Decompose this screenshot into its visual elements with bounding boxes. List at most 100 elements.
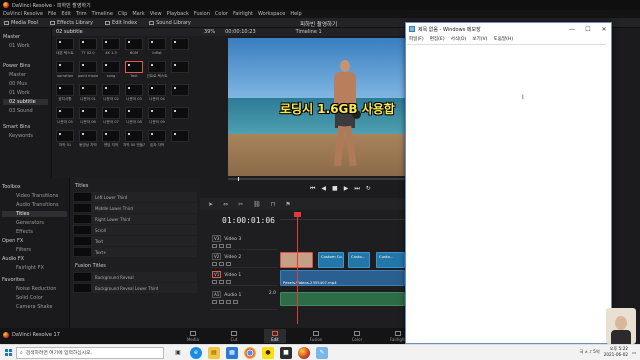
kakaotalk-icon[interactable]: ● [262,346,274,359]
effects-library-button[interactable]: Effects Library [49,20,93,26]
chrome-icon[interactable] [244,346,256,359]
menu-item[interactable]: Fairlight [233,11,253,17]
menu-item[interactable]: File [48,11,56,17]
play-reverse-icon[interactable]: ◀ [321,185,326,193]
media-pool-button[interactable]: Media Pool [4,20,38,26]
media-pool-clip[interactable]: 효과 자막 [147,130,167,151]
mute-icon[interactable] [233,300,238,304]
app-icon[interactable]: ■ [280,346,292,359]
close-button[interactable]: ✕ [596,23,612,35]
media-pool-clip[interactable]: 인트로 텍스트 [147,61,168,82]
notepad-menu-edit[interactable]: 편집(E) [430,36,445,42]
autoselect-icon[interactable] [219,262,224,266]
lock-icon[interactable] [212,244,217,248]
audiofx-heading[interactable]: Audio FX [2,256,67,262]
skip-back-icon[interactable]: ⏮ [310,185,315,193]
resolve-taskbar-icon[interactable] [298,346,310,359]
notepad-menu-view[interactable]: 보기(V) [472,36,487,42]
file-explorer-icon[interactable]: ▤ [208,346,220,359]
power-bin-item[interactable]: 00 Mus [3,81,48,87]
autoselect-icon[interactable] [219,244,224,248]
subtitle-overlay[interactable]: 로딩시 1.6GB 사용합 [280,100,395,117]
edge-browser-icon[interactable]: e [190,346,202,359]
menu-item[interactable]: Timeline [92,11,113,17]
notification-icon[interactable]: ▭ [632,350,636,355]
page-tab-edit[interactable]: Edit [264,329,286,343]
media-pool-clip[interactable]: 나운아 03 [124,84,144,105]
fx-tree-item[interactable]: Generators [2,220,67,226]
snap-icon[interactable]: ⊓ [271,201,276,208]
stop-icon[interactable]: ■ [332,185,338,193]
flag-icon[interactable]: ⚑ [285,201,290,208]
fx-tree-item[interactable]: Video Transitions [2,193,67,199]
media-pool-clip[interactable]: point move [78,61,98,82]
page-tab-color[interactable]: Color [346,329,368,343]
autoselect-icon[interactable] [219,300,224,304]
task-view-icon[interactable]: ▣ [172,347,184,359]
openfx-heading[interactable]: Open FX [2,238,67,244]
timeline-title-clip[interactable]: Custom Co... [318,252,344,268]
menu-item[interactable]: DaVinci Resolve [3,11,43,17]
link-icon[interactable]: ⛓ [253,201,261,208]
media-pool-clip[interactable]: 자막 00 만들기 [123,130,145,151]
media-pool-clip[interactable]: TT 02.0 [78,38,98,59]
track-tag[interactable]: V1 [212,271,222,278]
media-pool-clip[interactable]: 나운아 08 [124,107,144,128]
eye-icon[interactable] [226,280,231,284]
smart-bin-item[interactable]: Keywords [3,133,48,139]
play-icon[interactable]: ▶ [344,185,349,193]
notepad-menu-file[interactable]: 파일(F) [409,36,424,42]
title-template[interactable]: Right Lower Third [73,214,197,224]
title-template[interactable]: Middle Lower Third [73,203,197,213]
media-pool-clip[interactable]: Text [124,61,144,82]
media-pool-clip[interactable] [170,38,190,59]
page-tab-media[interactable]: Media [182,329,204,343]
media-pool-clip[interactable]: 동영상 자막 [78,130,98,151]
notepad-text-area[interactable] [407,44,606,343]
media-pool-clip[interactable] [170,84,190,105]
media-pool-clip[interactable] [170,61,190,82]
media-pool-clip[interactable]: 4K 1.5 [101,38,121,59]
skip-forward-icon[interactable]: ⏭ [354,185,359,193]
timeline-name[interactable]: Timeline 1 [296,29,322,35]
solo-icon[interactable] [226,300,231,304]
menu-item[interactable]: Trim [76,11,87,17]
scrubber-handle[interactable] [238,177,239,181]
menu-item[interactable]: Workspace [258,11,285,17]
media-pool-clip[interactable]: narration [55,61,75,82]
media-pool-clip[interactable]: 나운아 07 [101,107,121,128]
fx-tree-item-selected[interactable]: Titles [2,211,67,217]
sound-library-button[interactable]: Sound Library [149,20,191,26]
title-template[interactable]: Left Lower Third [73,192,197,202]
fx-tree-item[interactable]: Fairlight FX [2,265,67,271]
power-bin-item[interactable]: Master [3,72,48,78]
fx-tree-item[interactable]: Filters [2,247,67,253]
menu-item[interactable]: Clip [118,11,127,17]
timeline-audio-clip[interactable] [280,292,405,306]
minimize-button[interactable]: — [564,23,580,35]
store-icon[interactable]: ▦ [226,346,238,359]
bin-item[interactable]: 01 Work [3,43,48,49]
notepad-taskbar-icon[interactable]: ✎ [316,346,328,359]
media-pool-clip[interactable]: 공지사항 [55,84,75,105]
favorite-item[interactable]: Camera Shake [2,304,67,310]
media-pool-clip[interactable]: 나운아 06 [78,107,98,128]
timeline-playhead[interactable] [294,212,301,324]
media-pool-clip[interactable]: 자막 01 [55,130,75,151]
media-pool-clip[interactable]: song [101,61,121,82]
fusion-title-template[interactable]: Background Reveal [73,272,197,282]
track-tag[interactable]: A1 [212,291,222,298]
fx-tree-item[interactable]: Audio Transitions [2,202,67,208]
blade-tool-icon[interactable]: ✂ [238,201,243,208]
menu-item[interactable]: Edit [61,11,71,17]
fx-tree-item[interactable]: Effects [2,229,67,235]
media-pool-clip[interactable] [170,107,190,128]
media-pool-clip[interactable]: 대본 텍스트 [55,38,75,59]
power-bin-item[interactable]: 01 Work [3,90,48,96]
title-template[interactable]: Text [73,236,197,246]
lock-icon[interactable] [212,300,217,304]
media-pool-clip[interactable]: Inflat [147,38,167,59]
title-template[interactable]: Scroll [73,225,197,235]
selection-tool-icon[interactable]: ➤ [208,201,213,208]
clock[interactable]: 오후 5:22 2021-06-02 [604,346,628,358]
